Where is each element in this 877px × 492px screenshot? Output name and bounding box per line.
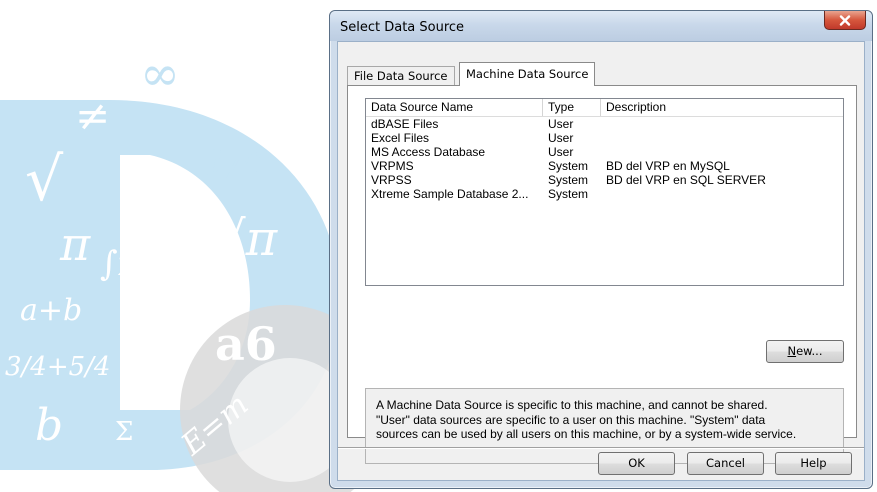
- logo-symbol: √: [25, 145, 64, 215]
- list-item[interactable]: VRPMS System BD del VRP en MySQL: [366, 159, 843, 173]
- screen: √ ≠ ∞ 1/4 π ∫x a+b 3/4+5/4 b Σ √π a6 E=m…: [0, 0, 877, 492]
- list-item[interactable]: dBASE Files User: [366, 117, 843, 131]
- cell-name: Excel Files: [371, 131, 430, 145]
- list-item[interactable]: Excel Files User: [366, 131, 843, 145]
- list-item[interactable]: MS Access Database User: [366, 145, 843, 159]
- list-header: Data Source Name Type Description: [366, 99, 843, 117]
- background-logo: √ ≠ ∞ 1/4 π ∫x a+b 3/4+5/4 b Σ √π a6 E=m: [0, 46, 360, 492]
- machine-data-source-panel: Data Source Name Type Description dBASE …: [347, 85, 857, 464]
- logo-symbol: Σ: [115, 417, 133, 447]
- column-header-name[interactable]: Data Source Name: [366, 99, 543, 116]
- data-source-list[interactable]: Data Source Name Type Description dBASE …: [365, 98, 844, 286]
- column-header-type[interactable]: Type: [543, 99, 601, 116]
- logo-symbol: ∞: [140, 46, 180, 102]
- cell-description: BD del VRP en MySQL: [606, 159, 730, 173]
- tab-machine-data-source[interactable]: Machine Data Source: [459, 62, 596, 86]
- ok-button[interactable]: OK: [598, 452, 675, 475]
- info-line: A Machine Data Source is specific to thi…: [376, 398, 768, 412]
- cell-type: User: [548, 145, 574, 159]
- logo-symbol: ≠: [75, 91, 110, 140]
- new-button[interactable]: New...: [766, 340, 844, 363]
- select-data-source-dialog: Select Data Source File Data Source Mach…: [329, 10, 873, 489]
- cell-name: dBASE Files: [371, 117, 439, 131]
- cell-name: VRPMS: [371, 159, 414, 173]
- logo-symbol: 3/4+5/4: [5, 352, 110, 382]
- logo-symbol: b: [35, 400, 63, 451]
- separator: [338, 447, 864, 449]
- logo-symbol: a6: [215, 317, 277, 371]
- logo-symbol: 1/4: [205, 140, 266, 184]
- cancel-button[interactable]: Cancel: [687, 452, 764, 475]
- help-button[interactable]: Help: [775, 452, 852, 475]
- close-button[interactable]: [824, 11, 866, 30]
- cell-description: BD del VRP en SQL SERVER: [606, 173, 766, 187]
- cell-name: Xtreme Sample Database 2...: [371, 187, 529, 201]
- column-header-description[interactable]: Description: [601, 99, 844, 116]
- close-icon: [839, 14, 851, 26]
- cell-name: MS Access Database: [371, 145, 486, 159]
- cell-type: User: [548, 131, 574, 145]
- cell-type: System: [548, 159, 589, 173]
- cell-type: System: [548, 187, 589, 201]
- cell-type: System: [548, 173, 589, 187]
- logo-symbol: π: [59, 217, 91, 271]
- info-line: sources can be used by all users on this…: [376, 427, 797, 441]
- dialog-client-area: File Data Source Machine Data Source Dat…: [337, 41, 865, 481]
- cell-type: User: [548, 117, 574, 131]
- logo-symbol: ∫x: [100, 244, 137, 284]
- list-item[interactable]: Xtreme Sample Database 2... System: [366, 187, 843, 201]
- cell-name: VRPSS: [371, 173, 412, 187]
- tab-file-data-source[interactable]: File Data Source: [347, 66, 455, 85]
- dialog-title: Select Data Source: [340, 20, 465, 35]
- titlebar[interactable]: Select Data Source: [330, 11, 872, 41]
- logo-symbol: √π: [215, 211, 279, 267]
- list-item[interactable]: VRPSS System BD del VRP en SQL SERVER: [366, 173, 843, 187]
- logo-symbol: a+b: [20, 293, 82, 328]
- list-rows: dBASE Files User Excel Files User MS Access …: [366, 117, 843, 201]
- info-line: "User" data sources are specific to a us…: [376, 412, 766, 427]
